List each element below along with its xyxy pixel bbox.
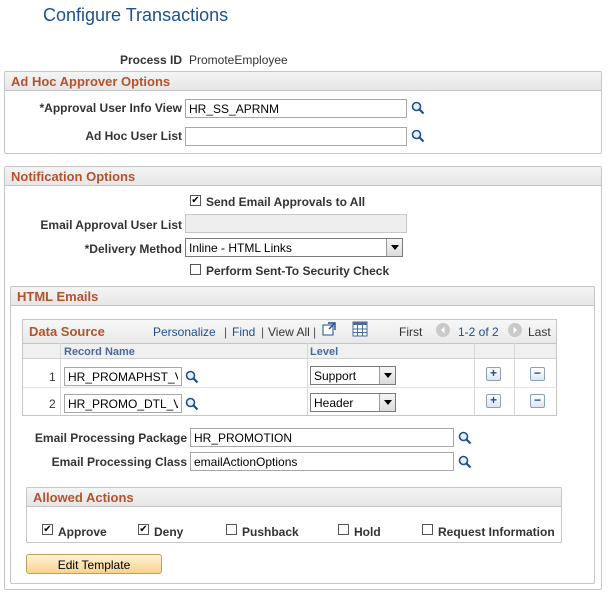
magnifier-icon[interactable] (185, 397, 199, 411)
adhoc-user-list-input[interactable] (185, 127, 407, 146)
magnifier-icon[interactable] (411, 101, 425, 115)
delete-row-button[interactable]: − (530, 394, 545, 408)
hold-checkbox[interactable] (338, 524, 349, 535)
previous-arrow-icon[interactable] (436, 323, 450, 337)
data-source-title: Data Source (29, 324, 105, 339)
level-value: Header (314, 396, 354, 410)
nav-separator: | (261, 325, 265, 339)
deny-label: Deny (154, 525, 184, 539)
view-all-link[interactable]: View All (268, 325, 310, 339)
approval-user-info-view-input[interactable] (185, 99, 407, 118)
download-spreadsheet-icon[interactable] (352, 321, 368, 337)
nav-separator: | (224, 325, 228, 339)
chevron-down-icon (379, 394, 395, 411)
deny-checkbox[interactable]: ✔ (138, 524, 149, 535)
security-check-checkbox[interactable] (190, 264, 201, 275)
request-information-label: Request Information (438, 525, 555, 539)
edit-template-button[interactable]: Edit Template (26, 554, 162, 574)
magnifier-icon[interactable] (458, 431, 472, 445)
delete-row-button[interactable]: − (530, 367, 545, 381)
approve-checkbox[interactable]: ✔ (42, 524, 53, 535)
allowed-actions-header: Allowed Actions (27, 488, 561, 507)
adhoc-user-list-label: Ad Hoc User List (85, 129, 182, 143)
notification-options-header: Notification Options (5, 167, 601, 186)
magnifier-icon[interactable] (458, 455, 472, 469)
pushback-checkbox[interactable] (226, 524, 237, 535)
adhoc-approver-header: Ad Hoc Approver Options (5, 72, 601, 91)
column-header-level: Level (310, 346, 339, 358)
level-value: Support (314, 369, 357, 383)
first-label: First (399, 325, 423, 339)
email-processing-class-input[interactable] (190, 452, 454, 471)
find-link[interactable]: Find (232, 325, 255, 339)
zoom-grid-icon[interactable] (322, 322, 336, 336)
approval-user-info-view-label: *Approval User Info View (39, 101, 182, 115)
html-emails-header: HTML Emails (11, 287, 594, 306)
process-id-label: Process ID (119, 53, 182, 67)
magnifier-icon[interactable] (411, 129, 425, 143)
level-select[interactable]: Header (310, 393, 396, 412)
level-select[interactable]: Support (310, 366, 396, 385)
approve-label: Approve (58, 525, 107, 539)
record-name-input[interactable] (64, 367, 182, 386)
personalize-link[interactable]: Personalize (153, 325, 216, 339)
send-email-approvals-checkbox[interactable]: ✔ (190, 195, 201, 206)
column-header-record-name: Record Name (64, 346, 135, 358)
hold-label: Hold (354, 525, 381, 539)
nav-separator: | (313, 325, 317, 339)
pushback-label: Pushback (242, 525, 299, 539)
chevron-down-icon (386, 239, 402, 256)
page-title: Configure Transactions (43, 5, 229, 25)
email-processing-package-label: Email Processing Package (34, 431, 187, 445)
chevron-down-icon (379, 367, 395, 384)
delivery-method-value: Inline - HTML Links (189, 241, 292, 255)
row-range: 1-2 of 2 (458, 325, 499, 339)
process-id-value: PromoteEmployee (189, 53, 288, 67)
add-row-button[interactable]: + (486, 394, 501, 408)
email-processing-package-input[interactable] (190, 428, 454, 447)
security-check-label: Perform Sent-To Security Check (206, 264, 390, 278)
send-email-approvals-label: Send Email Approvals to All (206, 195, 366, 209)
request-information-checkbox[interactable] (422, 524, 433, 535)
row-number: 1 (49, 370, 56, 384)
email-processing-class-label: Email Processing Class (51, 455, 187, 469)
last-label: Last (528, 325, 551, 339)
add-row-button[interactable]: + (486, 367, 501, 381)
delivery-method-select[interactable]: Inline - HTML Links (185, 238, 403, 257)
delivery-method-label: *Delivery Method (84, 242, 182, 256)
record-name-input[interactable] (64, 394, 182, 413)
email-approval-user-list-input (185, 214, 407, 233)
magnifier-icon[interactable] (185, 370, 199, 384)
email-approval-user-list-label: Email Approval User List (40, 218, 182, 232)
row-number: 2 (49, 397, 56, 411)
next-arrow-icon[interactable] (508, 323, 522, 337)
